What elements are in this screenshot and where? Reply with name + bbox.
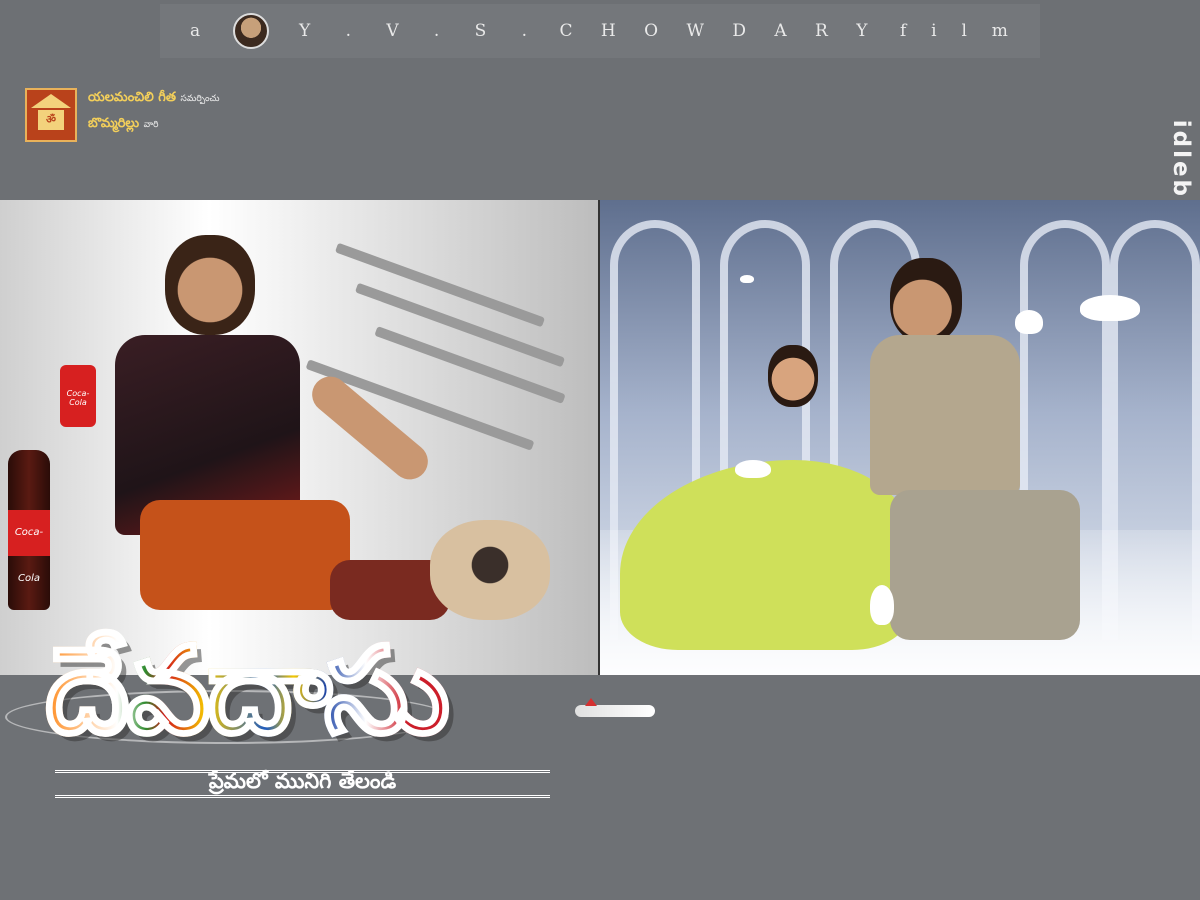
credit-surname: C H O W D A R Y	[560, 21, 870, 41]
airplane-icon	[575, 698, 655, 717]
perched-dove	[1015, 310, 1043, 334]
credit-letter: i	[931, 21, 939, 41]
cola-bottle: Coca-Cola	[8, 450, 50, 610]
logo-om: ॐ	[38, 110, 64, 130]
distant-dove	[740, 275, 754, 283]
credit-letter: f	[899, 21, 909, 41]
credit-letter: Y	[856, 21, 870, 41]
title-text: దేవదాసు	[44, 621, 452, 790]
bench-shape	[374, 326, 566, 404]
production-house-suffix: వారి	[143, 120, 159, 130]
credit-suffix: f i l m	[900, 21, 1010, 41]
credit-letter: l	[961, 21, 969, 41]
dove-on-ground	[870, 585, 894, 625]
presenter-name: యలమంచిలి గీత	[88, 90, 176, 105]
credit-letter: A	[774, 21, 789, 41]
director-avatar	[232, 13, 269, 49]
credit-name-initials: Y . V . S .	[299, 21, 529, 41]
man-shorts	[140, 500, 350, 610]
credit-letter: Y	[299, 21, 313, 41]
director-credit: a Y . V . S . C H O W D A R Y f i l m	[160, 4, 1040, 58]
pug-dog	[430, 520, 550, 620]
flying-dove	[1080, 295, 1140, 321]
man2-shirt	[870, 335, 1020, 495]
left-photo-panel: Coca-Cola Coca-Cola	[0, 200, 598, 675]
dove-in-hand	[735, 460, 771, 478]
credit-letter: W	[686, 21, 706, 41]
credit-letter: C	[559, 21, 575, 41]
credit-letter: .	[345, 21, 353, 41]
cup-label: Coca-Cola	[66, 389, 90, 407]
credit-letter: m	[991, 21, 1010, 41]
presenter-line: యలమంచిలి గీత సమర్పించు	[88, 90, 219, 108]
credit-letter: H	[600, 21, 618, 41]
presenter-verb: సమర్పించు	[180, 94, 220, 104]
movie-title: దేవదాసు దేవదాసు	[44, 621, 565, 768]
production-house-line: బొమ్మరిల్లు వారి	[88, 116, 158, 134]
credit-letter: O	[644, 21, 661, 41]
credit-letter: .	[433, 21, 442, 41]
production-logo: ॐ	[25, 88, 77, 142]
production-house-name: బొమ్మరిల్లు	[88, 116, 140, 131]
credit-letter: D	[732, 21, 748, 41]
tagline: ప్రేమలో మునిగి తేలండి	[55, 769, 550, 798]
credit-letter: R	[815, 21, 830, 41]
woman-head	[768, 345, 818, 407]
cola-cup: Coca-Cola	[60, 365, 96, 427]
man-head	[165, 235, 255, 335]
credit-letter: .	[521, 21, 529, 41]
bottle-label: Coca-Cola	[8, 510, 50, 584]
right-photo-panel	[598, 200, 1200, 675]
credit-letter: V	[386, 21, 401, 41]
man2-trousers	[890, 490, 1080, 640]
logo-roof-icon	[31, 94, 71, 108]
credit-letter: S	[474, 21, 489, 41]
credit-prefix: a	[190, 21, 203, 41]
man2-head	[890, 258, 962, 343]
